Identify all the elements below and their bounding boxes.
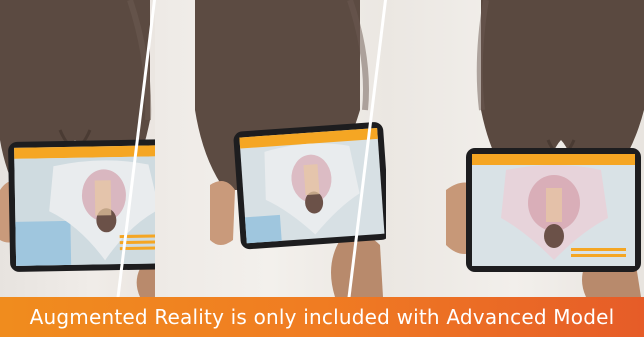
mannequin-ar-photo-left [0, 0, 155, 297]
photo-panel-center [155, 0, 386, 297]
photo-panel-left [0, 0, 155, 297]
mannequin-ar-photo-center [195, 0, 386, 297]
photo-collage [0, 0, 644, 297]
notice-banner: Augmented Reality is only included with … [0, 297, 644, 337]
photo-panel-right [386, 0, 644, 297]
banner-text: Augmented Reality is only included with … [29, 305, 615, 329]
mannequin-ar-photo-right [446, 0, 644, 297]
